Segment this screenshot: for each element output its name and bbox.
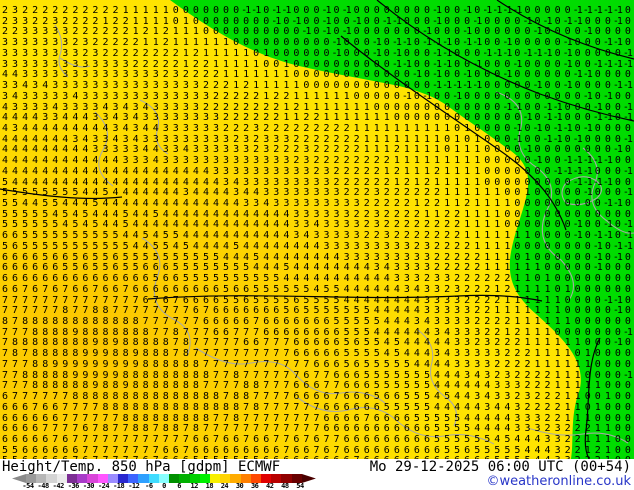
scale-right-arrow <box>301 474 316 483</box>
scale-tick-label: -54 <box>22 482 34 490</box>
digit-row: 4444334443343433333333222222112211111110… <box>2 112 633 124</box>
scale-tick-label: -6 <box>145 482 153 490</box>
digit-row: 6666777767877887887877777777777766666666… <box>2 423 631 435</box>
digit-row: 8788888888888877777766666766666665555544… <box>2 316 631 327</box>
scale-tick-label: -42 <box>52 482 65 490</box>
digit-row: 6777777888888888888888788777766667666566… <box>2 391 631 403</box>
digit-row: 2 3 3 2 2 3 2 2 2 2 1 2 2 1 1 1 1 0 1 0 0 0 0 0 0 0 0 -1 0 -1 0 0 -1 0 0 -1… <box>2 15 631 27</box>
scale-tick-label: 6 <box>177 482 181 490</box>
digit-row: 7788888999998888888887787777776776665555… <box>2 369 633 381</box>
digit-row: 3 3 3 3 3 3 3 2 3 2 2 2 2 2 1 1 2 1 1 1 1 1 1 0 0 0 0 0 0 0 0 0 0 -1 0 0 0 -1… <box>2 37 631 49</box>
digit-row: 7777777777777767676666556555565555444444… <box>2 294 631 306</box>
copyright-link[interactable]: ©weatheronline.co.uk <box>486 475 631 488</box>
digit-row: 5566666767777767666555555566666666676666… <box>0 448 633 459</box>
scale-tick-label: -12 <box>128 482 140 490</box>
scale-tick-label: 36 <box>250 482 259 490</box>
digit-row: 333333333333322222122111110010000000000-… <box>2 58 633 70</box>
digit-row: 2 2 3 3 3 3 3 2 2 2 2 2 2 1 2 1 2 1 1 1 0 0 0 0 0 0 0 0 0 0 -1 0 -1 0 -1 0 0… <box>2 26 631 38</box>
digit-row: 7778888988888887787776677766666666555444… <box>2 326 633 338</box>
scale-tick-label: 42 <box>266 482 274 490</box>
digit-row: 5555555544544444443444434433333333222322… <box>2 187 633 199</box>
digit-row: 4444444343343433333333323233322222221111… <box>2 133 633 145</box>
digit-row: 4444444444443334333333333333323222222221… <box>2 155 631 167</box>
scale-tick-label: 0 <box>162 482 166 490</box>
digit-row: 7778899999999988888877777777777666565555… <box>2 358 631 370</box>
digit-row: 7777778778877777777676666666565555555444… <box>2 305 631 317</box>
temperature-scale-legend: -54 -48 -42 -36 -30 -24 -18 -12 -6 0 6 12 18 24 30 36 42… <box>12 474 316 490</box>
digit-row: 6655555555554454554444444444434333332232… <box>2 230 633 242</box>
digit-row: 6666666666666665665555555555444444444443… <box>2 273 631 285</box>
digit-row: 6667667777888888888888887877777766666655… <box>2 401 631 413</box>
scale-tick-label: 30 <box>235 482 244 490</box>
scale-tick-label: 18 <box>205 482 214 490</box>
chart-title: Height/Temp. 850 hPa [gdpm] ECMWF <box>2 459 281 475</box>
digit-row: 6676767667667666666666566555555455444444… <box>2 283 631 295</box>
digit-row: 7888888889898888878777776677766666565545… <box>2 337 631 349</box>
digit-row: 4344444444434344333333222322222222211111… <box>2 122 631 134</box>
scale-tick-label: 54 <box>296 482 304 490</box>
digit-row: 5566666677777777667666666666766767666666… <box>2 444 631 456</box>
scale-tick-label: 48 <box>281 482 289 490</box>
digit-row: 3 3 3 3 3 3 3 3 2 3 2 2 2 2 2 2 2 2 1 2 1 1 1 1 1 0 1 0 0 0 0 0 0 -1 0 0 0 -1… <box>2 47 633 59</box>
digit-row: 3433333433333333333332222212211111100000… <box>2 90 631 102</box>
temperature-scale-labels: -54 -48 -42 -36 -30 -24 -18 -12 -6 0 6 12 18 24 30 36 42… <box>12 483 316 490</box>
digit-row: 5444444444444444444444343333333332222221… <box>2 176 631 188</box>
digit-row: 5555554545445444444444444444433433332322… <box>2 219 633 231</box>
scale-tick-label: -48 <box>37 482 50 490</box>
digit-row: 6666676777777777777667667667767677666666… <box>2 433 631 445</box>
digit-row: 5555545454445445444444444444433333322322… <box>2 208 631 220</box>
scale-tick-label: -24 <box>97 482 110 490</box>
digit-row: 4444444443333344334333333232223222221112… <box>2 144 631 156</box>
chart-footer: Height/Temp. 850 hPa [gdpm] ECMWF Mo 29-… <box>0 459 634 490</box>
digit-row: 5655555555555445545444454444444433333333… <box>2 240 633 252</box>
weather-map[interactable]: 2 3 2 2 2 2 2 2 2 2 2 2 1 1 1 1 1 0 0 0 0 0 0 0 -1 -1 0 -1 -1 0 0 0 -1 0-… <box>0 0 634 459</box>
digit-row: 7778888889889888888877778877766677666555… <box>2 380 631 392</box>
weather-chart-screen: 2 3 2 2 2 2 2 2 2 2 2 2 1 1 1 1 1 0 0 0 0 0 0 0 -1 -1 0 -1 -1 0 0 0 -1 0-… <box>0 0 634 490</box>
scale-tick-label: -36 <box>67 482 80 490</box>
scale-tick-label: -18 <box>113 482 125 490</box>
digit-row: 6666566565565555555555444544444444333333… <box>2 251 631 263</box>
scale-tick-label: 12 <box>190 482 199 490</box>
digit-row: 7878888899988988878777777777766666555545… <box>2 348 631 360</box>
scale-tick-label: -30 <box>82 482 95 490</box>
digit-row: 2 3 2 2 2 2 2 2 2 2 2 2 1 1 1 1 1 0 0 0 0 0 0 0 -1 -1 0 -1 -1 0 0 0 -1 0-… <box>2 5 631 16</box>
digit-row: 4333343333434343333322222222121111111000… <box>2 101 633 113</box>
digit-row: 6666665565565566655555555444544444444343… <box>2 262 631 274</box>
digit-row: 6666667777778888888887787777777766667666… <box>2 412 631 424</box>
scale-tick-label: 24 <box>220 482 229 490</box>
digit-row: 5544554445444444444444443343333333332222… <box>2 198 631 210</box>
digit-row: 4433333333333333232222111111100000000000… <box>2 69 631 81</box>
temperature-digit-grid: 2 3 2 2 2 2 2 2 2 2 2 2 1 1 1 1 1 0 0 0 0 0 0 0 -1 -1 0 -1 -1 0 0 0 -1 0-… <box>0 0 634 460</box>
digit-row: 4444444444444444444443333333333232222212… <box>2 165 633 177</box>
digit-row: 3343433333333333333322212111110000000000… <box>2 80 633 92</box>
valid-datetime: Mo 29-12-2025 06:00 UTC (00+54) <box>369 459 631 475</box>
